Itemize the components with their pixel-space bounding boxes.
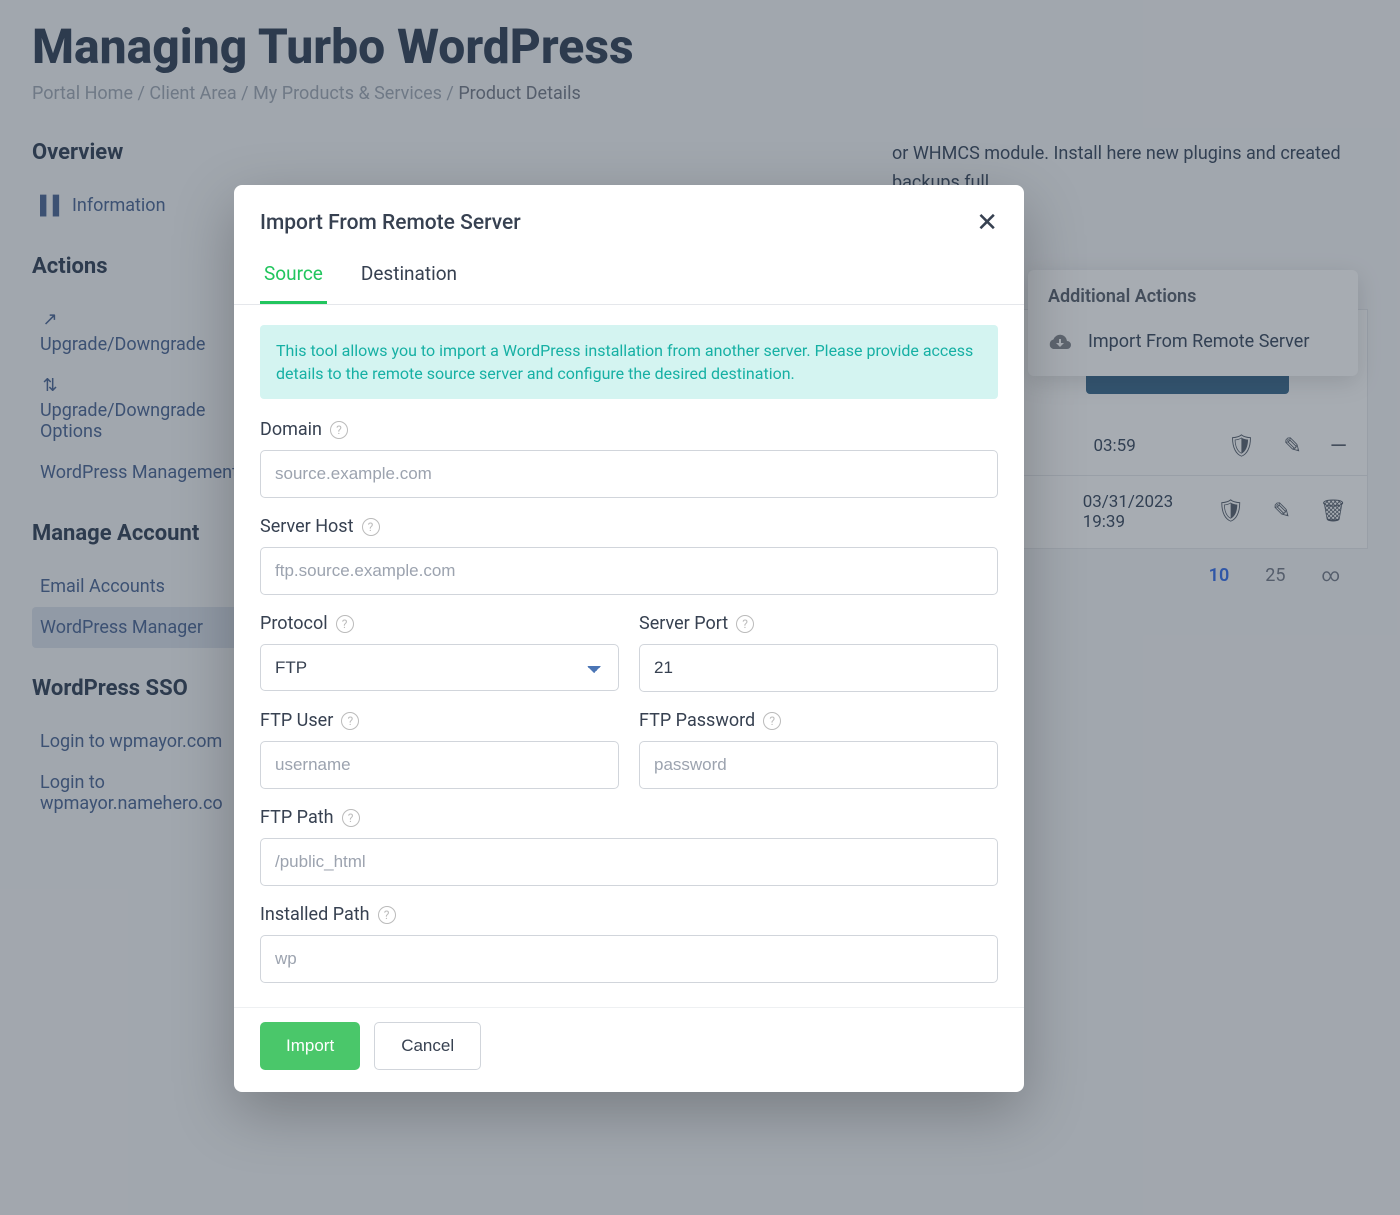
help-icon[interactable]: ? (736, 615, 754, 633)
tab-source[interactable]: Source (260, 248, 327, 304)
protocol-select[interactable]: FTP (260, 644, 619, 691)
help-icon[interactable]: ? (341, 712, 359, 730)
server-port-input[interactable] (639, 644, 998, 692)
help-icon[interactable]: ? (330, 421, 348, 439)
help-icon[interactable]: ? (763, 712, 781, 730)
ftp-user-input[interactable] (260, 741, 619, 789)
modal-title: Import From Remote Server (260, 211, 521, 235)
ftp-user-label: FTP User ? (260, 710, 619, 731)
ftp-path-input[interactable] (260, 838, 998, 886)
help-icon[interactable]: ? (378, 906, 396, 924)
help-icon[interactable]: ? (336, 615, 354, 633)
server-host-input[interactable] (260, 547, 998, 595)
server-host-label: Server Host ? (260, 516, 998, 537)
server-port-label: Server Port ? (639, 613, 998, 634)
installed-path-input[interactable] (260, 935, 998, 983)
modal-tabs: Source Destination (234, 248, 1024, 305)
help-icon[interactable]: ? (362, 518, 380, 536)
ftp-path-label: FTP Path ? (260, 807, 998, 828)
cancel-button[interactable]: Cancel (374, 1022, 481, 1070)
help-icon[interactable]: ? (342, 809, 360, 827)
ftp-password-input[interactable] (639, 741, 998, 789)
close-icon: ✕ (976, 207, 998, 237)
import-button[interactable]: Import (260, 1022, 360, 1070)
domain-label: Domain ? (260, 419, 998, 440)
close-button[interactable]: ✕ (976, 207, 998, 238)
domain-input[interactable] (260, 450, 998, 498)
protocol-label: Protocol ? (260, 613, 619, 634)
tab-destination[interactable]: Destination (357, 248, 461, 304)
installed-path-label: Installed Path ? (260, 904, 998, 925)
info-message: This tool allows you to import a WordPre… (260, 325, 998, 399)
import-modal: Import From Remote Server ✕ Source Desti… (234, 185, 1024, 1092)
ftp-password-label: FTP Password ? (639, 710, 998, 731)
